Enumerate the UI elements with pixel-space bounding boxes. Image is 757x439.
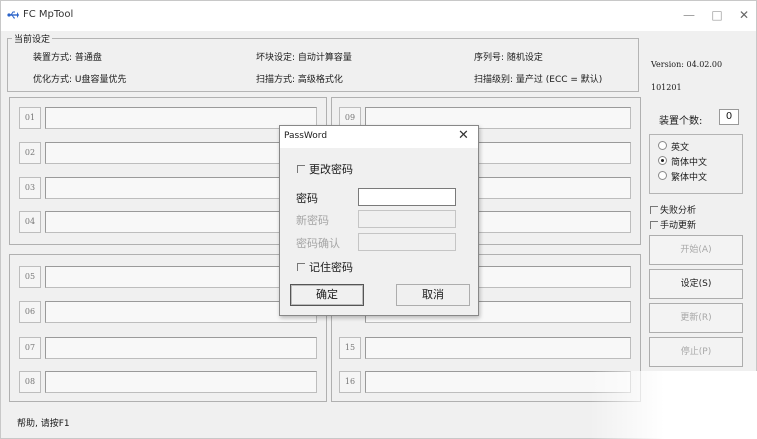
device-count-label: 装置个数: <box>659 116 703 127</box>
build-text: 101201 <box>651 83 682 92</box>
slot-number: 08 <box>19 371 41 393</box>
stop-button[interactable]: 停止(P) <box>649 337 743 367</box>
slot-status-bar <box>45 301 317 323</box>
slot-number: 07 <box>19 337 41 359</box>
slot-status-bar <box>45 337 317 359</box>
slot-status-bar <box>45 177 317 199</box>
dialog-close-icon[interactable]: ✕ <box>458 128 469 143</box>
radio-traditional-chinese-label: 繁体中文 <box>671 173 708 183</box>
ok-button[interactable]: 确定 <box>290 284 364 306</box>
title-bar: FC MpTool — □ ✕ <box>1 1 756 31</box>
slot-status-bar <box>45 266 317 288</box>
scan-mode-text: 扫描方式: 高级格式化 <box>256 75 343 85</box>
slot-number: 03 <box>19 177 41 199</box>
mptool-window: FC MpTool — □ ✕ 当前设定 装置方式: 普通盘 坏块设定: 自动计… <box>0 0 757 439</box>
slot-status-bar <box>45 211 317 233</box>
slot-number: 04 <box>19 211 41 233</box>
slot-number: 16 <box>339 371 361 393</box>
version-text: Version: 04.02.00 <box>651 60 723 69</box>
remember-password-checkbox[interactable] <box>297 263 305 271</box>
new-password-input[interactable] <box>358 210 456 228</box>
password-label: 密码 <box>296 192 318 205</box>
corner-fade <box>589 371 757 439</box>
slot-status-bar <box>365 337 631 359</box>
manual-update-label: 手动更新 <box>660 221 697 231</box>
password-input[interactable] <box>358 188 456 206</box>
optimize-text: 优化方式: U盘容量优先 <box>33 75 127 85</box>
radio-english[interactable] <box>658 141 667 150</box>
new-password-label: 新密码 <box>296 214 329 227</box>
usb-icon <box>7 11 19 19</box>
fail-analysis-label: 失败分析 <box>660 206 697 216</box>
cancel-button[interactable]: 取消 <box>396 284 470 306</box>
slot-status-bar <box>45 107 317 129</box>
radio-simplified-chinese[interactable] <box>658 156 667 165</box>
slot-number: 01 <box>19 107 41 129</box>
dialog-title: PassWord <box>284 131 328 141</box>
minimize-button[interactable]: — <box>681 7 697 23</box>
change-password-checkbox[interactable] <box>297 165 305 173</box>
start-button[interactable]: 开始(A) <box>649 235 743 265</box>
radio-english-label: 英文 <box>671 143 690 153</box>
slot-number: 02 <box>19 142 41 164</box>
device-mode-text: 装置方式: 普通盘 <box>33 53 102 63</box>
close-button[interactable]: ✕ <box>736 7 752 23</box>
update-button[interactable]: 更新(R) <box>649 303 743 333</box>
fail-analysis-checkbox[interactable] <box>650 206 658 214</box>
window-title: FC MpTool <box>23 9 74 20</box>
dialog-title-bar: PassWord ✕ <box>280 126 478 148</box>
current-settings-legend: 当前设定 <box>12 32 53 45</box>
change-password-label: 更改密码 <box>309 163 353 176</box>
status-bar-text: 帮助, 请按F1 <box>17 419 70 429</box>
slot-status-bar <box>45 371 317 393</box>
slot-status-bar <box>45 142 317 164</box>
settings-button[interactable]: 设定(S) <box>649 269 743 299</box>
radio-simplified-chinese-label: 简体中文 <box>671 158 708 168</box>
maximize-button[interactable]: □ <box>709 7 725 23</box>
scan-level-text: 扫描级别: 量产过 (ECC = 默认) <box>474 75 603 85</box>
password-dialog: PassWord ✕ 更改密码 密码 新密码 密码确认 记住密码 确定 取消 <box>279 125 479 316</box>
slot-number: 05 <box>19 266 41 288</box>
manual-update-checkbox[interactable] <box>650 221 658 229</box>
slot-number: 06 <box>19 301 41 323</box>
slot-number: 15 <box>339 337 361 359</box>
confirm-password-label: 密码确认 <box>296 237 340 250</box>
bad-block-text: 坏块设定: 自动计算容量 <box>256 53 352 63</box>
serial-text: 序列号: 随机设定 <box>474 53 543 63</box>
remember-password-label: 记住密码 <box>309 261 353 274</box>
device-count-value: 0 <box>719 109 739 125</box>
radio-traditional-chinese[interactable] <box>658 171 667 180</box>
confirm-password-input[interactable] <box>358 233 456 251</box>
